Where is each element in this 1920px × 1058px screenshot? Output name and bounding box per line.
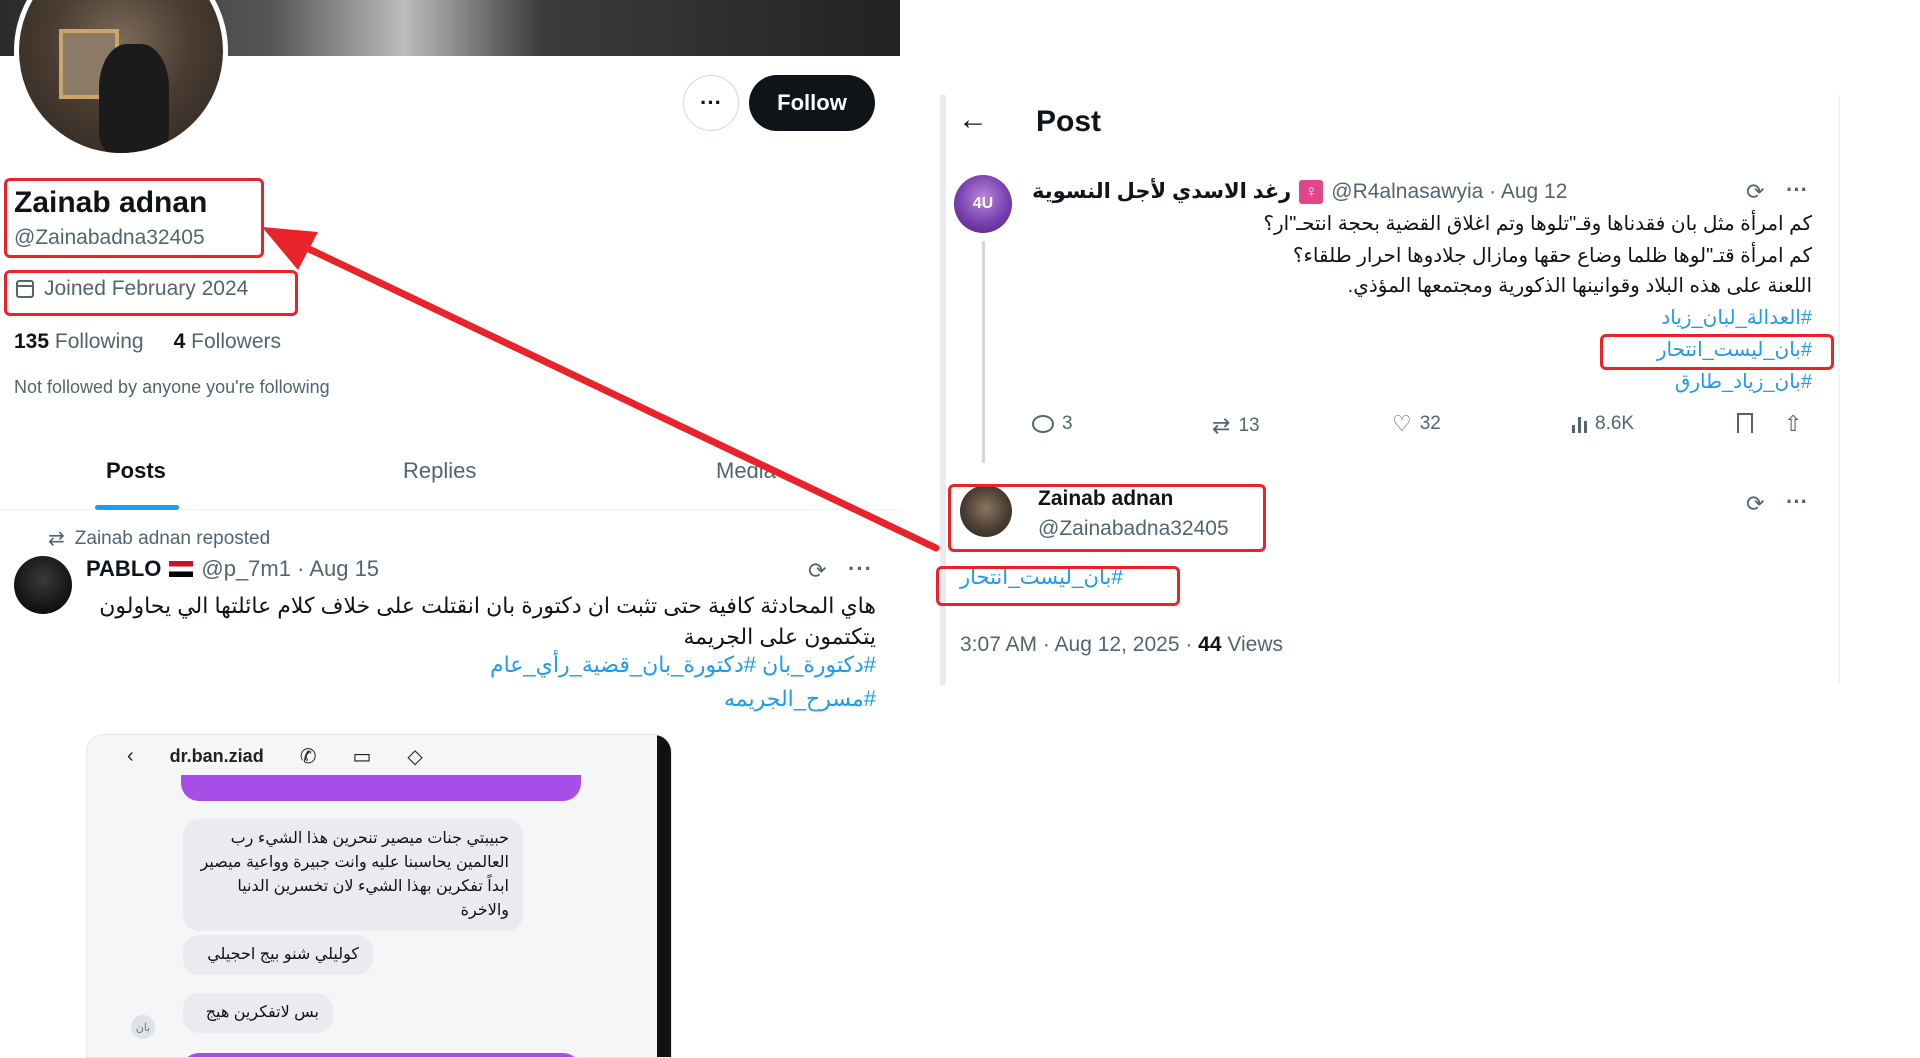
chat-video-icon: ▭	[352, 745, 372, 768]
profile-avatar[interactable]	[14, 0, 228, 158]
like-button[interactable]: ♡ 32	[1392, 413, 1441, 435]
raghad-post-header: رغد الاسدي لأجل النسوية ♀ @R4alnasawyia …	[1032, 179, 1567, 204]
grok-icon[interactable]: ⟳	[1746, 179, 1764, 205]
repost-icon: ⇄	[1212, 413, 1231, 438]
repost-indicator: ⇄ Zainab adnan reposted	[48, 526, 270, 551]
pablo-post-header: PABLO @p_7m1 · Aug 15	[86, 556, 379, 582]
chat-bubble: كوليلي شنو بيج احجيلي	[183, 935, 373, 975]
post-views-count: 44	[1198, 633, 1222, 656]
raghad-avatar[interactable]: 4U	[954, 175, 1012, 233]
profile-handle: @Zainabadna32405	[14, 226, 205, 249]
post-views-label: Views	[1221, 633, 1284, 656]
share-button[interactable]: ⇧	[1784, 413, 1802, 435]
repost-button[interactable]: ⇄ 13	[1212, 413, 1260, 439]
share-icon: ⇧	[1784, 411, 1803, 436]
highlight-box-hashtag	[1600, 334, 1834, 370]
post-timestamp: 3:07 AM · Aug 12, 2025 · 44 Views	[960, 633, 1283, 657]
post-text-line: كم امرأة قتـ"لوها ظلما وضاع حقها ومازال …	[1292, 245, 1812, 267]
chat-screenshot-image[interactable]: ‹ dr.ban.ziad ✆ ▭ ◇ حبيبتي جنات ميصير تن…	[86, 734, 672, 1058]
highlight-box-reply-hashtag	[936, 566, 1180, 606]
followers-label: Followers	[191, 330, 281, 353]
follow-stats: 135 Following 4 Followers	[14, 330, 281, 354]
chat-bubble: بس لاتفكرين هيج	[183, 993, 333, 1033]
pablo-post-text: هاي المحادثة كافية حتى تثبت ان دكتورة با…	[99, 593, 876, 649]
views-icon	[1572, 415, 1587, 433]
chat-avatar: بان	[131, 1015, 155, 1039]
views-count: 8.6K	[1595, 413, 1635, 434]
views-button[interactable]: 8.6K	[1572, 413, 1634, 435]
chat-topbar: ‹ dr.ban.ziad ✆ ▭ ◇	[87, 735, 671, 777]
followers-count: 4	[173, 330, 186, 353]
following-link[interactable]: 135 Following	[14, 330, 144, 354]
post-time[interactable]: 3:07 AM · Aug 12, 2025 ·	[960, 633, 1198, 656]
chat-tag-icon: ◇	[407, 745, 423, 768]
reply-button[interactable]: 3	[1032, 413, 1073, 435]
more-options-button[interactable]: ···	[683, 75, 739, 131]
reply-icon	[1032, 415, 1054, 433]
pablo-hashtags[interactable]: #دكتورة_بان #دكتورة_بان_قضية_رأي_عام	[86, 652, 876, 678]
iraq-flag-icon	[169, 561, 194, 577]
chat-bubble-purple-bottom	[181, 1053, 581, 1057]
highlight-box-reply-user	[948, 484, 1266, 552]
tab-replies[interactable]: Replies	[403, 458, 476, 484]
thread-connector	[982, 241, 985, 463]
chat-contact-name: dr.ban.ziad	[169, 745, 264, 766]
post-actions: 3 ⇄ 13 ♡ 32 8.6K ⇧	[1032, 413, 1812, 443]
pablo-name[interactable]: PABLO	[86, 556, 161, 582]
pablo-meta[interactable]: @p_7m1 · Aug 15	[201, 556, 379, 582]
chat-phone-icon: ✆	[299, 745, 317, 768]
pablo-hashtag-crime-scene[interactable]: #مسرح_الجريمه	[86, 686, 876, 712]
tab-posts[interactable]: Posts	[106, 458, 166, 484]
followers-link[interactable]: 4 Followers	[174, 330, 281, 354]
more-icon: ···	[700, 90, 722, 115]
reposted-by[interactable]: Zainab adnan reposted	[75, 528, 270, 550]
post-more-icon[interactable]: ···	[848, 556, 873, 582]
profile-joined: Joined February 2024	[16, 277, 248, 301]
like-icon: ♡	[1392, 411, 1412, 436]
calendar-icon	[16, 280, 34, 298]
back-arrow-icon[interactable]: ←	[958, 103, 988, 137]
post-text-line: اللعنة على هذه البلاد وقوانينها الذكورية…	[1347, 275, 1812, 297]
tab-media[interactable]: Media	[716, 458, 776, 484]
like-count: 32	[1419, 413, 1441, 434]
post-text-line: كم امرأة مثل بان فقدناها وقـ"تلوها وتم ا…	[1263, 213, 1812, 235]
chat-back-icon: ‹	[127, 744, 134, 767]
avatar-person	[99, 44, 169, 153]
active-tab-indicator	[95, 505, 179, 510]
chat-bubble: حبيبتي جنات ميصير تنحرين هذا الشيء رب ال…	[183, 819, 523, 931]
profile-panel: ··· Follow Zainab adnan @Zainabadna32405…	[0, 0, 900, 1058]
bookmark-button[interactable]	[1737, 413, 1753, 433]
reply-count: 3	[1062, 413, 1073, 434]
following-label: Following	[54, 330, 144, 353]
profile-tabs: Posts Replies Media	[0, 440, 900, 510]
venus-icon: ♀	[1299, 179, 1324, 204]
post-more-icon[interactable]: ···	[1786, 489, 1808, 515]
repost-icon: ⇄	[48, 528, 65, 550]
following-count: 135	[14, 330, 50, 353]
joined-date: Joined February 2024	[44, 277, 249, 300]
post-more-icon[interactable]: ···	[1786, 177, 1808, 203]
chat-bubble-purple-top	[181, 775, 581, 801]
raghad-name[interactable]: رغد الاسدي لأجل النسوية	[1032, 179, 1291, 204]
hashtag-link[interactable]: #بان_زياد_طارق	[1032, 369, 1812, 394]
follow-button[interactable]: Follow	[749, 75, 875, 131]
raghad-meta[interactable]: @R4alnasawyia · Aug 12	[1331, 180, 1567, 204]
post-page-title: Post	[1036, 105, 1102, 138]
profile-display-name: Zainab adnan	[14, 186, 208, 219]
hashtag-link[interactable]: #العدالة_لبان_زياد	[1032, 305, 1812, 330]
chat-image-edge	[657, 735, 671, 1057]
grok-icon[interactable]: ⟳	[808, 558, 826, 584]
not-followed-note: Not followed by anyone you're following	[14, 377, 330, 397]
pablo-avatar[interactable]	[14, 556, 72, 614]
bookmark-icon	[1737, 413, 1753, 433]
grok-icon[interactable]: ⟳	[1746, 491, 1764, 517]
repost-count: 13	[1238, 415, 1260, 436]
